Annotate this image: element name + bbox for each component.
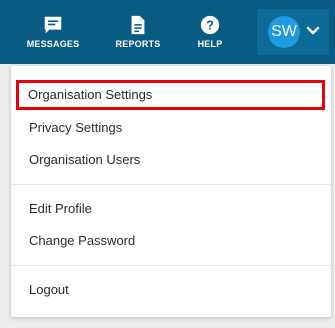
chevron-down-icon[interactable] [306, 26, 320, 36]
profile-dropdown-menu: Organisation Settings Privacy Settings O… [11, 66, 331, 317]
avatar[interactable]: SW [268, 16, 300, 48]
menu-item-organisation-users[interactable]: Organisation Users [17, 145, 325, 175]
nav-label-help: HELP [197, 39, 223, 49]
menu-item-organisation-settings[interactable]: Organisation Settings [16, 80, 325, 110]
menu-item-edit-profile[interactable]: Edit Profile [17, 194, 325, 224]
svg-text:?: ? [206, 18, 214, 33]
nav-item-help[interactable]: ? HELP [174, 0, 246, 64]
nav-label-messages: MESSAGES [26, 39, 80, 49]
menu-divider [11, 184, 331, 185]
nav-label-reports: REPORTS [115, 39, 161, 49]
profile-menu-toggle[interactable]: SW [257, 9, 329, 55]
document-icon [131, 15, 145, 35]
menu-item-logout[interactable]: Logout [17, 275, 325, 305]
nav-item-messages[interactable]: MESSAGES [17, 0, 89, 64]
top-navigation-bar: MESSAGES REPORTS ? HELP SW [0, 0, 335, 64]
nav-item-reports[interactable]: REPORTS [102, 0, 174, 64]
chat-bubble-icon [44, 16, 62, 34]
question-icon: ? [200, 15, 220, 35]
menu-item-privacy-settings[interactable]: Privacy Settings [17, 113, 325, 143]
menu-divider [11, 265, 331, 266]
menu-item-change-password[interactable]: Change Password [17, 226, 325, 256]
